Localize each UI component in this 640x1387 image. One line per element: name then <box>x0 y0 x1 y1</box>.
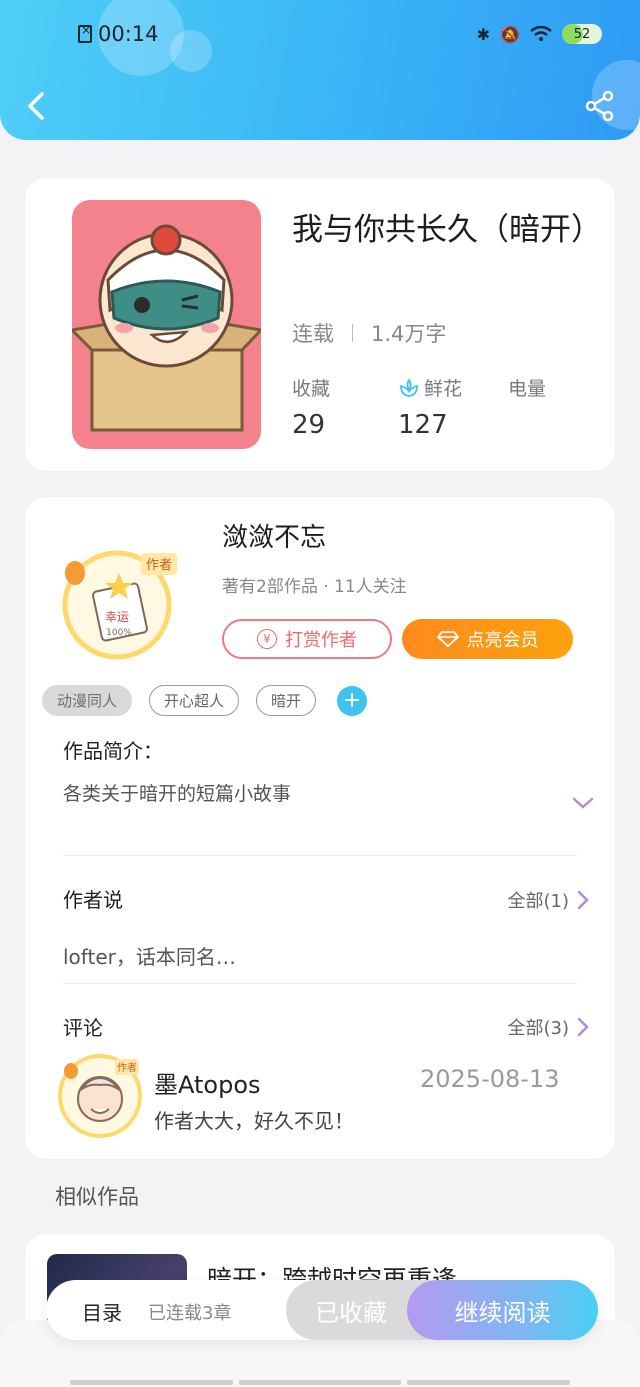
home-indicator <box>70 1380 571 1385</box>
diamond-icon <box>436 631 459 648</box>
book-cover[interactable] <box>72 200 261 449</box>
cover-illustration <box>72 224 261 432</box>
stat-label-flowers[interactable]: 鲜花 <box>398 374 462 401</box>
stat-value-favorites: 29 <box>292 410 326 440</box>
reward-label: 打赏作者 <box>285 630 357 651</box>
author-badge-text: 作者 <box>146 558 172 573</box>
author-says-heading: 作者说 <box>63 888 123 912</box>
indicator-bar <box>407 1380 571 1385</box>
vip-button[interactable]: 点亮会员 <box>402 619 573 659</box>
chevron-right-icon <box>577 890 589 910</box>
status-icons: ✱ 🔕 52 <box>477 24 602 44</box>
author-says-all-text: 全部(1) <box>507 891 570 912</box>
comment-text: 作者大大，好久不见！ <box>154 1109 354 1133</box>
section-divider <box>63 855 577 856</box>
collected-label: 已收藏 <box>315 1298 387 1327</box>
flower-icon <box>400 377 418 397</box>
bluetooth-icon: ✱ <box>476 24 491 44</box>
comments-all-text: 全部(3) <box>507 1018 570 1039</box>
tag-item[interactable]: 开心超人 <box>149 685 240 716</box>
mute-bell-icon: 🔕 <box>500 24 520 44</box>
commenter-avatar[interactable]: 作者 <box>57 1053 143 1139</box>
stat-value-flowers: 127 <box>398 410 448 440</box>
bottom-action-bar: 目录 已连载3章 已收藏 继续阅读 <box>46 1280 598 1340</box>
svg-text:100%: 100% <box>106 628 132 638</box>
stat-label-favorites: 收藏 <box>292 378 331 400</box>
comment-username[interactable]: 墨Atopos <box>154 1065 261 1100</box>
indicator-bar <box>70 1380 233 1385</box>
yen-coin-icon: ¥ <box>257 629 277 649</box>
author-says-all-link[interactable]: 全部(1) <box>508 887 590 913</box>
book-status: 连载 <box>292 322 334 346</box>
author-name[interactable]: 潋潋不忘 <box>222 517 326 554</box>
book-info-card: 我与你共长久（暗开） 连载 1.4万字 收藏 鲜花 电量 29 127 <box>25 178 615 471</box>
flowers-label-text: 鲜花 <box>424 378 463 400</box>
author-avatar-illustration: 幸运 100% 作者 <box>62 550 177 660</box>
chevron-right-icon <box>577 1017 589 1037</box>
top-header: 00:14 ✱ 🔕 52 <box>0 0 640 140</box>
back-arrow-icon[interactable] <box>22 88 52 124</box>
comment-date: 2025-08-13 <box>420 1065 560 1093</box>
continue-reading-label: 继续阅读 <box>454 1298 551 1327</box>
book-meta: 连载 1.4万字 <box>292 318 446 348</box>
table-of-contents-button[interactable]: 目录 <box>82 1297 122 1326</box>
vip-label: 点亮会员 <box>466 630 539 651</box>
status-time: 00:14 <box>78 22 159 46</box>
share-icon[interactable] <box>584 90 616 122</box>
comments-heading: 评论 <box>63 1016 103 1040</box>
author-detail-card: 幸运 100% 作者 潋潋不忘 著有2部作品 · 11人关注 ¥ 打赏作者 点亮… <box>25 497 615 1159</box>
tag-item[interactable]: 动漫同人 <box>42 685 133 716</box>
intro-text: 各类关于暗开的短篇小故事 <box>63 783 292 805</box>
tag-list: 动漫同人 开心超人 暗开 + <box>42 685 368 716</box>
indicator-bar <box>238 1380 402 1385</box>
battery-indicator: 52 <box>562 24 602 44</box>
similar-works-heading: 相似作品 <box>55 1185 139 1209</box>
meta-divider <box>352 324 353 342</box>
author-stats: 著有2部作品 · 11人关注 <box>222 577 407 597</box>
author-avatar[interactable]: 幸运 100% 作者 <box>53 543 181 661</box>
book-title: 我与你共长久（暗开） <box>292 212 602 248</box>
continue-reading-button[interactable]: 继续阅读 <box>407 1280 598 1340</box>
comments-all-link[interactable]: 全部(3) <box>508 1014 590 1040</box>
wifi-icon <box>530 26 552 41</box>
decor-bubble <box>170 30 212 72</box>
chapter-count: 已连载3章 <box>148 1303 232 1324</box>
tag-item[interactable]: 暗开 <box>256 685 317 716</box>
no-sim-icon <box>78 23 92 43</box>
section-divider <box>63 983 577 984</box>
reward-author-button[interactable]: ¥ 打赏作者 <box>222 619 392 659</box>
chevron-down-icon[interactable] <box>571 795 595 811</box>
battery-text: 52 <box>573 26 591 42</box>
add-tag-button[interactable]: + <box>337 685 368 716</box>
stat-label-power: 电量 <box>508 378 547 400</box>
word-count: 1.4万字 <box>371 322 447 346</box>
svg-text:幸运: 幸运 <box>105 610 129 624</box>
commenter-badge-text: 作者 <box>117 1062 137 1074</box>
intro-heading: 作品简介： <box>63 739 163 763</box>
commenter-avatar-illustration: 作者 <box>58 1054 142 1138</box>
time-text: 00:14 <box>98 22 159 46</box>
author-says-text: lofter，话本同名… <box>63 945 236 969</box>
